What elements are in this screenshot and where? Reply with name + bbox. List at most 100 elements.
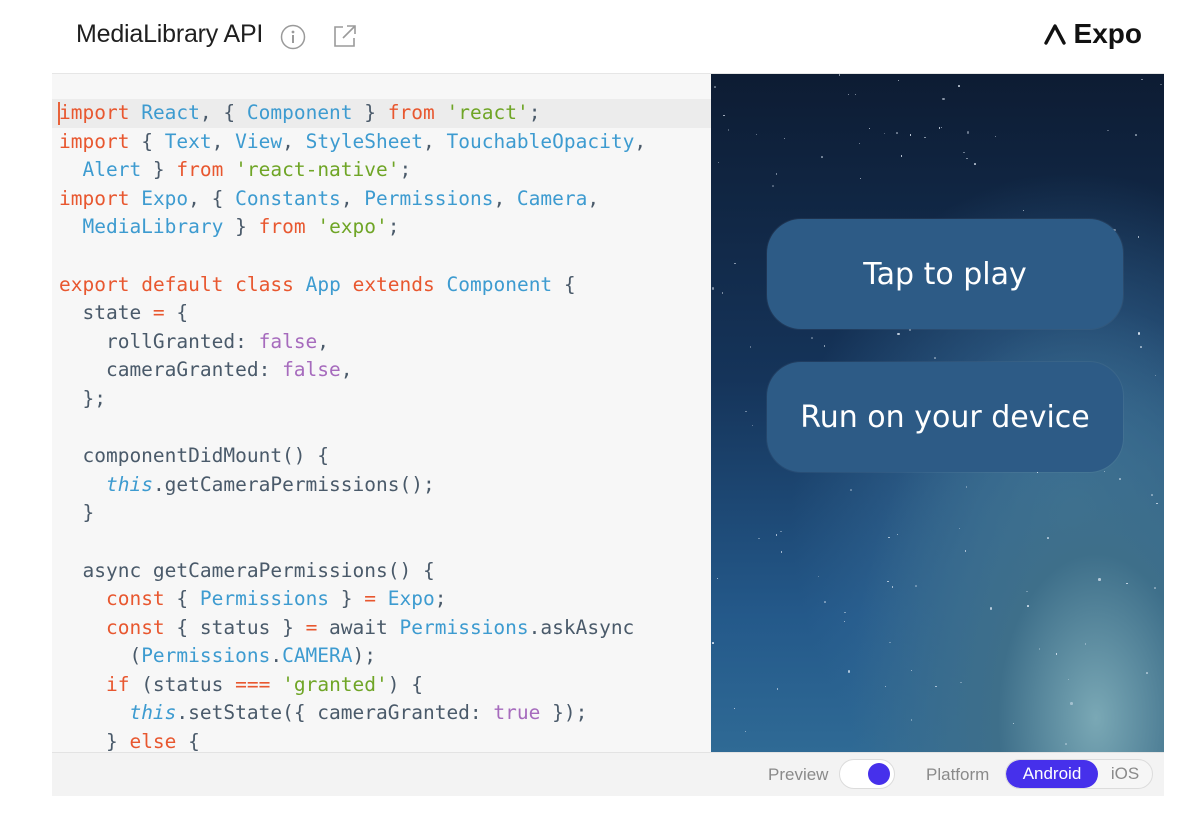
code-editor[interactable]: import React, { Component } from 'react'… [52,74,711,752]
star-dot [772,185,774,187]
code-line[interactable]: (Permissions.CAMERA); [59,642,646,671]
code-token: extends [352,272,435,296]
star-dot [783,137,786,140]
code-line[interactable]: } else { [59,728,646,752]
platform-option-ios[interactable]: iOS [1098,760,1152,788]
code-line[interactable]: state = { [59,299,646,328]
code-line[interactable]: cameraGranted: false, [59,356,646,385]
code-line[interactable]: this.setState({ cameraGranted: true }); [59,699,646,728]
code-token: 'react' [446,101,529,124]
star-dot [909,134,911,136]
info-circle-icon[interactable] [280,24,306,50]
code-line[interactable]: const { status } = await Permissions.ask… [59,614,646,643]
code-line[interactable]: this.getCameraPermissions(); [59,471,646,500]
code-line[interactable] [59,528,646,557]
star-dot [1027,605,1029,607]
code-token: , [340,358,353,382]
code-line[interactable]: export default class App extends Compone… [59,271,646,300]
code-token: Permissions [141,644,271,668]
star-dot [1103,470,1106,473]
star-dot [924,136,926,138]
code-token: class [235,272,294,296]
code-token: Expo [387,587,435,611]
code-line[interactable] [59,242,646,271]
code-line[interactable]: } [59,499,646,528]
platform-option-android[interactable]: Android [1006,760,1098,788]
code-line[interactable]: if (status === 'granted') { [59,671,646,700]
code-token: === [235,672,271,696]
star-dot [824,601,826,603]
code-token: default [141,272,224,296]
code-token: Permissions [364,186,494,210]
brand[interactable]: Expo [1043,18,1142,50]
code-token: const [105,587,165,611]
code-line[interactable]: const { Permissions } = Expo; [59,585,646,614]
star-dot [711,287,715,290]
code-line[interactable]: componentDidMount() { [59,442,646,471]
code-line[interactable]: import Expo, { Constants, Permissions, C… [59,185,646,214]
star-dot [897,79,900,82]
code-line[interactable]: }; [59,385,646,414]
code-token: , [587,186,600,210]
code-token: Constants [235,186,341,210]
star-dot [850,489,852,491]
expo-logo-icon [1043,24,1066,45]
run-on-device-button[interactable]: Run on your device [767,362,1123,472]
external-link-icon[interactable] [331,22,359,50]
star-dot [868,127,871,130]
code-line[interactable]: Alert } from 'react-native'; [59,156,646,185]
star-dot [817,575,819,578]
code-token: .getCameraPermissions(); [152,472,435,496]
code-token: Text [164,129,212,153]
star-dot [721,292,724,294]
code-line[interactable]: import React, { Component } from 'react'… [59,99,646,128]
star-dot [727,129,730,131]
code-token: async getCameraPermissions() { [59,558,435,582]
star-dot [888,536,890,539]
star-dot [1022,209,1025,212]
code-line[interactable]: rollGranted: false, [59,328,646,357]
code-token: 'react-native' [235,158,400,182]
star-dot [758,537,760,540]
star-dot [1055,653,1058,655]
code-token: true [493,701,541,725]
star-dot [1126,582,1128,585]
code-line[interactable] [59,414,646,443]
code-token: React [141,101,200,124]
code-token: , [423,129,447,153]
code-token: await [317,615,400,639]
code-token: Expo [141,186,189,210]
code-token: from [258,215,306,239]
star-dot [838,74,841,76]
code-token: false [258,329,318,353]
code-line[interactable]: import { Text, View, StyleSheet, Touchab… [59,128,646,157]
star-dot [780,551,782,553]
star-dot [966,131,970,134]
code-token: { [164,301,189,325]
code-line[interactable]: async getCameraPermissions() { [59,557,646,586]
preview-toggle[interactable] [839,759,895,789]
code-content[interactable]: import React, { Component } from 'react'… [59,99,646,752]
star-dot [854,93,857,96]
star-dot [896,533,899,536]
star-dot [1026,590,1028,593]
code-token: }); [540,701,588,725]
tap-to-play-button[interactable]: Tap to play [767,219,1123,329]
code-line[interactable]: MediaLibrary } from 'expo'; [59,213,646,242]
star-dot [1135,134,1137,136]
star-dot [1065,743,1067,745]
star-dot [897,332,900,336]
star-dot [915,585,917,587]
star-dot [859,177,862,180]
code-token: false [282,358,341,382]
star-dot [900,155,903,157]
star-dot [934,357,936,359]
star-dot [1141,78,1143,81]
